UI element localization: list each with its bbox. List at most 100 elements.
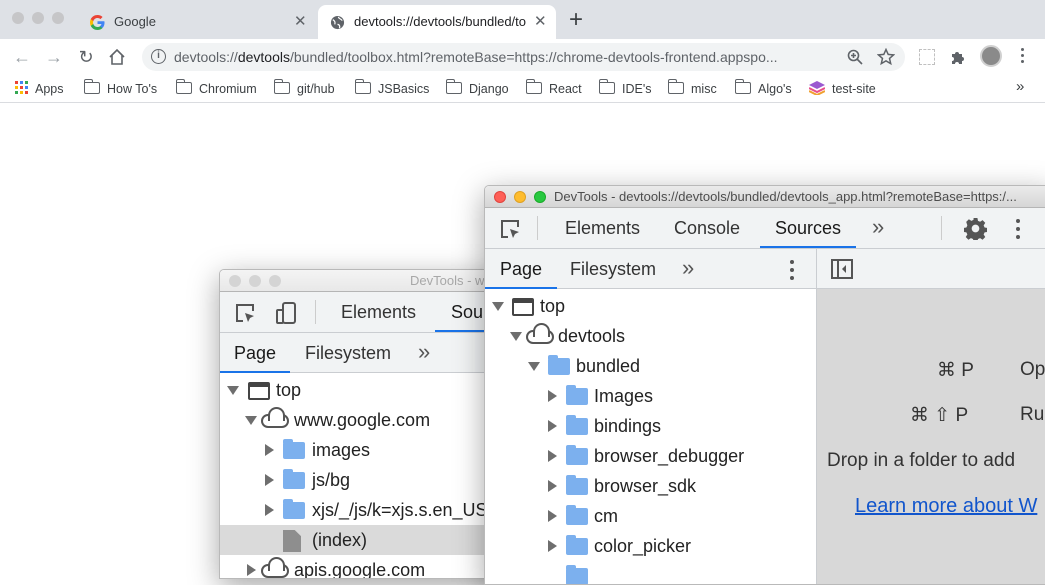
address-bar[interactable]: i devtools://devtools/bundled/toolbox.ht…	[142, 43, 905, 71]
expanded-triangle-icon[interactable]	[245, 416, 257, 425]
inspect-element-icon[interactable]	[234, 302, 256, 324]
bookmark-folder-jsbasics[interactable]: JSBasics	[354, 79, 429, 97]
extensions-puzzle-icon[interactable]	[950, 49, 967, 66]
bookmark-folder-github[interactable]: git/hub	[273, 79, 335, 97]
devtools-menu-icon[interactable]	[1016, 219, 1020, 243]
tree-node-label: top	[540, 296, 566, 316]
settings-gear-icon[interactable]	[964, 217, 987, 240]
close-window-button[interactable]	[494, 191, 506, 203]
zoom-window-button[interactable]	[52, 12, 64, 24]
tree-node-folder[interactable]: browser_sdk	[485, 471, 816, 501]
bookmark-folder-chromium[interactable]: Chromium	[175, 79, 257, 97]
tree-node-folder[interactable]: Images	[485, 381, 816, 411]
minimize-window-button[interactable]	[249, 275, 261, 287]
bookmark-folder-react[interactable]: React	[525, 79, 582, 97]
tree-node-label: color_picker	[594, 536, 692, 556]
bookmark-folder-django[interactable]: Django	[445, 79, 509, 97]
zoom-icon[interactable]	[847, 49, 863, 65]
more-tabs-chevron-icon[interactable]: »	[682, 255, 694, 281]
editor-toolbar	[817, 249, 1045, 289]
toggle-navigator-icon[interactable]	[831, 259, 853, 279]
bookmark-apps[interactable]: Apps	[15, 81, 64, 97]
collapsed-triangle-icon[interactable]	[265, 444, 274, 456]
bookmark-test-site[interactable]: test-site	[808, 81, 876, 97]
navigator-menu-icon[interactable]	[790, 260, 794, 284]
collapsed-triangle-icon[interactable]	[548, 450, 557, 462]
tab-filesystem[interactable]: Filesystem	[305, 333, 391, 373]
minimize-window-button[interactable]	[514, 191, 526, 203]
tree-node-folder[interactable]: xjs/_/js/k=xjs.s.en_US	[220, 495, 518, 525]
tree-node-file-selected[interactable]: (index)	[220, 525, 518, 555]
close-window-button[interactable]	[229, 275, 241, 287]
tree-node-folder[interactable]: browser_debugger	[485, 441, 816, 471]
stack-layers-icon	[808, 81, 826, 97]
device-toolbar-icon[interactable]	[274, 301, 298, 325]
tree-node-label: xjs/_/js/k=xjs.s.en_US	[312, 500, 488, 520]
folder-icon	[598, 79, 615, 94]
learn-more-link[interactable]: Learn more about W	[855, 495, 1037, 518]
tree-node-folder[interactable]: js/bg	[220, 465, 518, 495]
close-tab-icon[interactable]: ✕	[534, 5, 547, 39]
expanded-triangle-icon[interactable]	[227, 386, 239, 395]
new-tab-button[interactable]: +	[569, 7, 583, 33]
editor-empty-pane: ⌘ P Op ⌘ ⇧ P Ru Drop in a folder to add …	[817, 289, 1045, 584]
tree-node-origin[interactable]: www.google.com	[220, 405, 518, 435]
collapsed-triangle-icon[interactable]	[548, 510, 557, 522]
tree-node-top[interactable]: top	[485, 291, 816, 321]
tree-node-label: devtools	[558, 326, 626, 346]
expanded-triangle-icon[interactable]	[528, 362, 540, 371]
tree-node-origin[interactable]: devtools	[485, 321, 816, 351]
tab-page[interactable]: Page	[220, 333, 291, 373]
bookmark-folder-algos[interactable]: Algo's	[734, 79, 792, 97]
more-tabs-chevron-icon[interactable]: »	[418, 339, 430, 365]
tree-node-origin[interactable]: apis.google.com	[220, 555, 518, 578]
collapsed-triangle-icon[interactable]	[548, 420, 557, 432]
reload-icon[interactable]: ↻	[75, 46, 97, 68]
collapsed-triangle-icon[interactable]	[548, 480, 557, 492]
tab-console[interactable]: Console	[674, 208, 740, 248]
back-arrow-icon[interactable]: ←	[11, 46, 33, 68]
close-window-button[interactable]	[12, 12, 24, 24]
tab-elements[interactable]: Elements	[341, 292, 416, 332]
collapsed-triangle-icon[interactable]	[548, 540, 557, 552]
tab-page[interactable]: Page	[485, 249, 558, 289]
extension-icon[interactable]	[919, 49, 935, 65]
folder-icon	[566, 475, 588, 495]
tab-sources[interactable]: Sour	[435, 292, 490, 332]
tree-node-folder[interactable]: bundled	[485, 351, 816, 381]
tab-devtools[interactable]: devtools://devtools/bundled/to ✕	[318, 5, 556, 39]
tab-sources[interactable]: Sources	[760, 208, 857, 248]
more-tabs-chevron-icon[interactable]: »	[872, 214, 884, 240]
bookmark-folder-ides[interactable]: IDE's	[598, 79, 651, 97]
collapsed-triangle-icon[interactable]	[265, 474, 274, 486]
tree-node-folder[interactable]: cm	[485, 501, 816, 531]
folder-icon	[283, 439, 305, 459]
collapsed-triangle-icon[interactable]	[548, 390, 557, 402]
close-tab-icon[interactable]: ✕	[294, 5, 307, 39]
bookmark-star-icon[interactable]	[877, 48, 895, 66]
tab-elements[interactable]: Elements	[565, 208, 640, 248]
zoom-window-button[interactable]	[269, 275, 281, 287]
tab-filesystem[interactable]: Filesystem	[570, 249, 656, 289]
forward-arrow-icon[interactable]: →	[43, 46, 65, 68]
tree-node-top[interactable]: top	[220, 375, 518, 405]
tab-google[interactable]: Google ✕	[78, 5, 316, 39]
tree-node-folder[interactable]: images	[220, 435, 518, 465]
bookmarks-overflow-chevron[interactable]: »	[1016, 79, 1024, 95]
info-icon[interactable]: i	[151, 49, 166, 64]
tree-node-folder[interactable]: color_picker	[485, 531, 816, 561]
bookmark-folder-misc[interactable]: misc	[667, 79, 717, 97]
collapsed-triangle-icon[interactable]	[265, 504, 274, 516]
zoom-window-button[interactable]	[534, 191, 546, 203]
tree-node-folder[interactable]	[485, 561, 816, 584]
avatar[interactable]	[980, 45, 1002, 67]
collapsed-triangle-icon[interactable]	[247, 564, 256, 576]
expanded-triangle-icon[interactable]	[492, 302, 504, 311]
minimize-window-button[interactable]	[32, 12, 44, 24]
bookmarks-bar: Apps How To's Chromium git/hub JSBasics …	[0, 75, 1045, 103]
expanded-triangle-icon[interactable]	[510, 332, 522, 341]
inspect-element-icon[interactable]	[499, 218, 521, 240]
home-icon[interactable]	[108, 48, 126, 66]
tree-node-folder[interactable]: bindings	[485, 411, 816, 441]
bookmark-folder-how-tos[interactable]: How To's	[83, 79, 157, 97]
